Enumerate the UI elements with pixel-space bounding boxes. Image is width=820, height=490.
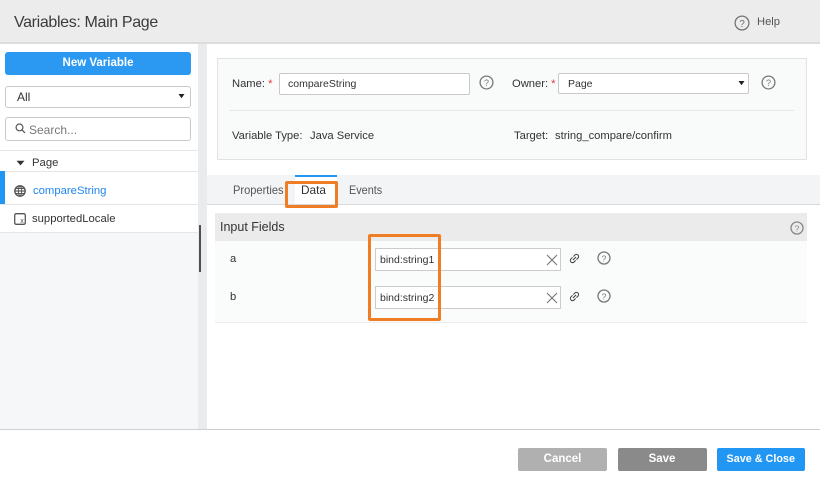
- svg-text:?: ?: [795, 223, 800, 233]
- svg-text:x: x: [20, 218, 24, 225]
- svg-text:?: ?: [601, 291, 606, 301]
- svg-text:?: ?: [739, 19, 745, 30]
- svg-text:?: ?: [766, 78, 771, 88]
- svg-text:?: ?: [484, 78, 489, 88]
- svg-text:?: ?: [601, 253, 606, 263]
